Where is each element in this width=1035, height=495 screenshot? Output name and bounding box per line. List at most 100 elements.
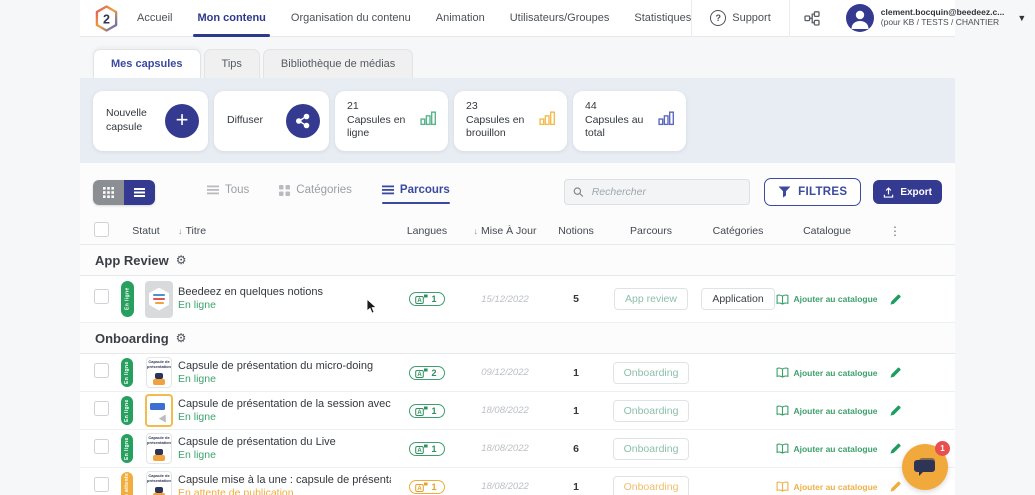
gear-icon[interactable]: ⚙ bbox=[176, 331, 187, 345]
plus-icon[interactable]: + bbox=[165, 104, 199, 138]
add-to-catalog-label: Ajouter au catalogue bbox=[793, 368, 877, 378]
table-row: En ligne Capsule de présentation Capsule… bbox=[80, 430, 955, 468]
capsule-thumbnail[interactable]: Capsule de présentation bbox=[146, 471, 172, 495]
capsule-title[interactable]: Capsule de présentation du micro-doing bbox=[178, 359, 391, 373]
filters-button[interactable]: FILTRES bbox=[764, 178, 861, 206]
header-notions[interactable]: Notions bbox=[547, 225, 605, 237]
parcours-chip[interactable]: Onboarding bbox=[613, 362, 690, 384]
header-mise-a-jour[interactable]: ↓Mise À Jour bbox=[463, 225, 547, 237]
table-header: Statut ↓Titre Langues ↓Mise À Jour Notio… bbox=[80, 217, 955, 245]
stat-card-online[interactable]: 21 Capsules en ligne bbox=[335, 91, 448, 151]
filter-tab-parcours[interactable]: Parcours bbox=[382, 184, 450, 200]
select-all-checkbox[interactable] bbox=[94, 222, 109, 237]
nav-item-animation[interactable]: Animation bbox=[436, 0, 485, 37]
user-menu[interactable]: clement.bocquin@beedeez.c... (pour KB / … bbox=[834, 4, 1035, 32]
add-to-catalog-link[interactable]: Ajouter au catalogue bbox=[776, 481, 877, 492]
gear-icon[interactable]: ⚙ bbox=[176, 253, 187, 267]
row-checkbox[interactable] bbox=[94, 477, 109, 492]
nav-item-statistiques[interactable]: Statistiques bbox=[634, 0, 691, 37]
chat-widget-button[interactable]: 1 bbox=[902, 444, 948, 490]
header-titre[interactable]: ↓Titre bbox=[178, 225, 391, 237]
parcours-chip[interactable]: App review bbox=[614, 288, 688, 310]
view-toggle bbox=[93, 180, 155, 205]
add-to-catalog-link[interactable]: Ajouter au catalogue bbox=[776, 294, 877, 305]
sort-desc-icon: ↓ bbox=[474, 226, 479, 236]
translate-flag-icon: A bbox=[415, 368, 428, 378]
tab-bibliotheque[interactable]: Bibliothèque de médias bbox=[263, 49, 413, 78]
navbar-right: ? Support bbox=[691, 0, 1035, 37]
languages-badge[interactable]: A 1 bbox=[409, 292, 444, 306]
add-to-catalog-link[interactable]: Ajouter au catalogue bbox=[776, 367, 877, 378]
languages-badge[interactable]: A 1 bbox=[409, 442, 444, 456]
notions-count: 6 bbox=[547, 443, 605, 455]
nav-item-utilisateurs[interactable]: Utilisateurs/Groupes bbox=[510, 0, 610, 37]
support-label: Support bbox=[732, 12, 771, 24]
total-label: Capsules au total bbox=[585, 114, 647, 141]
edit-icon[interactable] bbox=[875, 293, 915, 306]
row-checkbox[interactable] bbox=[94, 439, 109, 454]
support-button[interactable]: ? Support bbox=[692, 10, 789, 26]
row-checkbox[interactable] bbox=[94, 363, 109, 378]
mascot-icon bbox=[153, 487, 165, 495]
capsule-thumbnail[interactable] bbox=[145, 394, 173, 427]
header-statut[interactable]: Statut bbox=[114, 225, 178, 237]
capsule-title[interactable]: Capsule de présentation de la session av… bbox=[178, 397, 391, 411]
edit-icon[interactable] bbox=[875, 366, 915, 379]
filters-button-label: FILTRES bbox=[798, 186, 847, 198]
tab-mes-capsules[interactable]: Mes capsules bbox=[93, 49, 201, 78]
add-to-catalog-label: Ajouter au catalogue bbox=[793, 406, 877, 416]
notions-count: 5 bbox=[547, 293, 605, 305]
grid-icon bbox=[279, 185, 290, 196]
edit-icon[interactable] bbox=[875, 404, 915, 417]
capsule-thumbnail[interactable]: Capsule de présentation bbox=[146, 357, 172, 388]
row-checkbox[interactable] bbox=[94, 289, 109, 304]
header-parcours[interactable]: Parcours bbox=[605, 225, 697, 237]
org-switch-icon[interactable] bbox=[790, 11, 834, 26]
row-checkbox[interactable] bbox=[94, 401, 109, 416]
nav-item-accueil[interactable]: Accueil bbox=[137, 0, 172, 37]
table-row: En attente Capsule de présentation Capsu… bbox=[80, 468, 955, 495]
add-to-catalog-link[interactable]: Ajouter au catalogue bbox=[776, 405, 877, 416]
export-button[interactable]: Export bbox=[873, 180, 942, 204]
parcours-chip[interactable]: Onboarding bbox=[613, 438, 690, 460]
stat-card-draft[interactable]: 23 Capsules en brouillon bbox=[454, 91, 567, 151]
header-categories[interactable]: Catégories bbox=[697, 225, 779, 237]
capsule-title[interactable]: Capsule de présentation du Live bbox=[178, 435, 391, 449]
nav-item-mon-contenu[interactable]: Mon contenu bbox=[197, 0, 265, 37]
more-options-icon[interactable]: ⋮ bbox=[875, 224, 915, 238]
updated-date: 09/12/2022 bbox=[463, 367, 547, 378]
parcours-chip[interactable]: Onboarding bbox=[613, 476, 690, 495]
beedeez-logo-icon[interactable]: 2 bbox=[94, 5, 119, 32]
export-button-label: Export bbox=[900, 187, 932, 198]
diffuse-label: Diffuser bbox=[227, 114, 263, 127]
user-org: (pour KB / TESTS / CHANTIER bbox=[881, 18, 1005, 28]
filter-tab-label: Catégories bbox=[296, 184, 352, 196]
languages-badge[interactable]: A 1 bbox=[409, 404, 444, 418]
capsule-title[interactable]: Beedeez en quelques notions bbox=[178, 285, 391, 299]
filter-tab-tous[interactable]: Tous bbox=[207, 184, 249, 200]
languages-badge[interactable]: A 1 bbox=[409, 480, 444, 494]
section-app-review: App Review ⚙ bbox=[80, 245, 955, 276]
capsule-thumbnail[interactable] bbox=[145, 281, 173, 318]
new-capsule-card[interactable]: Nouvelle capsule + bbox=[93, 91, 208, 151]
header-catalogue[interactable]: Catalogue bbox=[779, 225, 875, 237]
translate-flag-icon: A bbox=[415, 482, 428, 492]
share-icon[interactable] bbox=[286, 104, 320, 138]
languages-badge[interactable]: A 2 bbox=[409, 366, 444, 380]
filter-tab-categories[interactable]: Catégories bbox=[279, 184, 352, 200]
tab-tips[interactable]: Tips bbox=[204, 49, 260, 78]
diffuse-card[interactable]: Diffuser bbox=[214, 91, 329, 151]
capsule-title[interactable]: Capsule mise à la une : capsule de prése… bbox=[178, 473, 391, 487]
filter-tab-label: Tous bbox=[225, 184, 249, 196]
add-to-catalog-link[interactable]: Ajouter au catalogue bbox=[776, 443, 877, 454]
category-chip[interactable]: Application bbox=[701, 288, 774, 310]
capsule-thumbnail[interactable]: Capsule de présentation bbox=[146, 433, 172, 464]
header-langues[interactable]: Langues bbox=[391, 225, 463, 237]
search-input[interactable] bbox=[590, 185, 741, 199]
parcours-chip[interactable]: Onboarding bbox=[613, 400, 690, 422]
grid-view-icon[interactable] bbox=[93, 180, 124, 205]
nav-item-organisation[interactable]: Organisation du contenu bbox=[291, 0, 411, 37]
list-view-icon[interactable] bbox=[124, 180, 155, 205]
online-count: 21 bbox=[347, 100, 409, 114]
stat-card-total[interactable]: 44 Capsules au total bbox=[573, 91, 686, 151]
